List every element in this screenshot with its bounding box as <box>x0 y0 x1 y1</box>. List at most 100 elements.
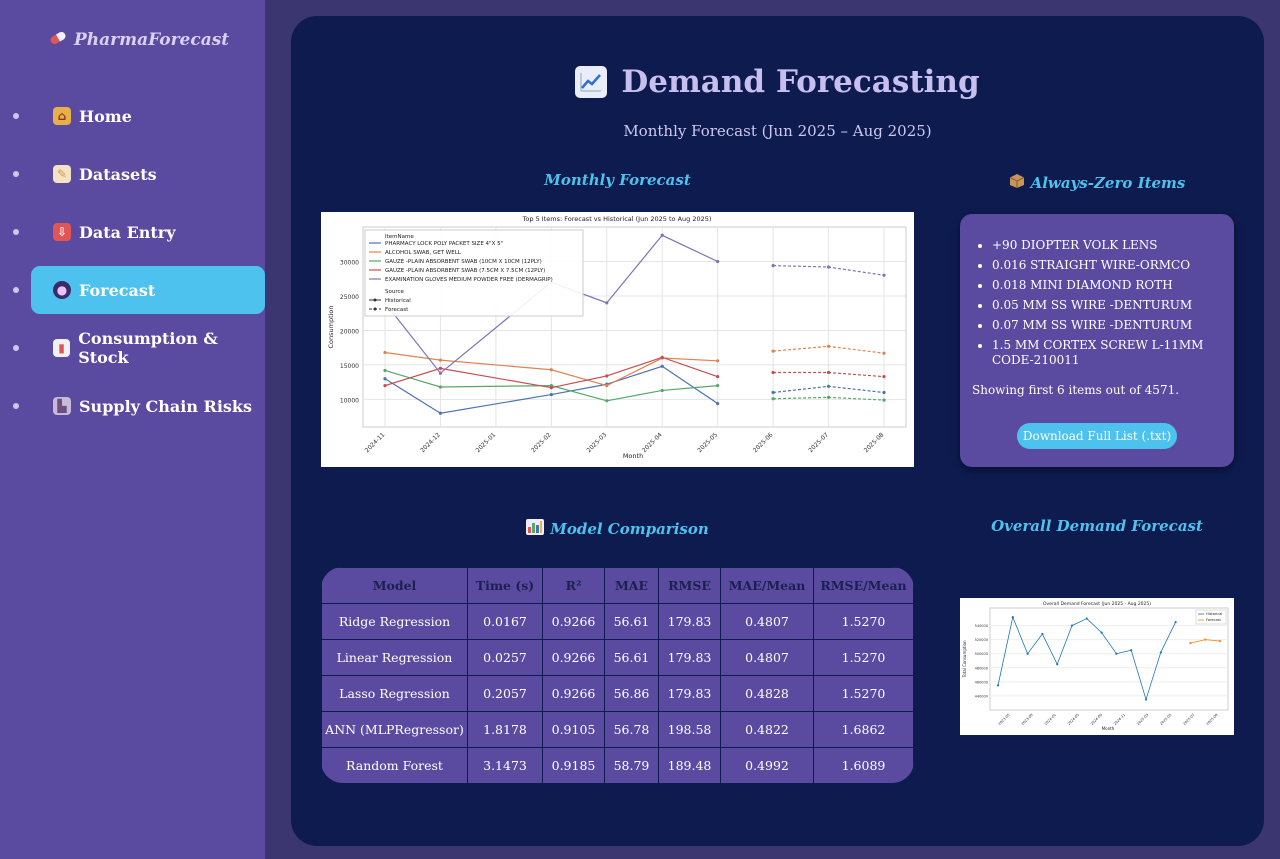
x-tick-label: 2025-02 <box>530 431 553 454</box>
section-heading-text: Always-Zero Items <box>1030 174 1186 192</box>
x-tick-label: 2024-11 <box>1113 713 1126 726</box>
data-point <box>716 259 720 264</box>
data-point <box>996 684 1000 687</box>
y-tick-label: 520000 <box>975 638 988 642</box>
column-header: RMSE <box>658 567 721 604</box>
section-heading-monthly: Monthly Forecast <box>321 171 914 189</box>
section-heading-zero: Always-Zero Items <box>960 173 1234 193</box>
data-point <box>1011 616 1014 619</box>
bullet-icon <box>13 229 19 235</box>
table-cell: 0.0257 <box>467 639 543 676</box>
bullet-icon <box>13 171 19 177</box>
table-row: Random Forest 3.1473 0.9185 58.79 189.48 0.49… <box>321 747 914 783</box>
data-point <box>438 371 443 375</box>
x-tick-label: 2025-06 <box>752 431 775 454</box>
data-point <box>383 384 387 388</box>
legend-label: Historical <box>385 298 411 304</box>
data-point <box>771 349 775 353</box>
legend-label: EXAMINATION GLOVES MEDIUM POWDER FREE (D… <box>385 277 553 283</box>
data-point <box>605 384 609 388</box>
sidebar-item-consumption-stock[interactable]: ▮ Consumption & Stock <box>0 324 265 372</box>
data-point <box>1100 631 1103 634</box>
table-cell: 0.9266 <box>542 675 605 712</box>
data-point <box>660 233 664 237</box>
sidebar-item-label: Consumption & Stock <box>78 329 218 367</box>
bullet-icon <box>13 345 19 351</box>
chart-title: Top 5 Items: Forecast vs Historical (Jun… <box>522 215 712 223</box>
page-subtitle: Monthly Forecast (Jun 2025 – Aug 2025) <box>623 122 932 140</box>
table-row: Ridge Regression 0.0167 0.9266 56.61 179.83 0… <box>321 603 914 640</box>
table-cell: 179.83 <box>658 603 721 640</box>
section-heading-text: Monthly Forecast <box>544 171 691 189</box>
brand-name: PharmaForecast <box>74 30 230 50</box>
table-cell: ANN (MLPRegressor) <box>321 711 468 748</box>
x-tick-label: 2025-07 <box>1182 713 1195 726</box>
sidebar-item-label: Data Entry <box>79 222 176 242</box>
x-tick-label: 2024-12 <box>419 431 442 454</box>
always-zero-list: +90 DIOPTER VOLK LENS 0.016 STRAIGHT WIR… <box>972 238 1222 368</box>
x-axis-label: Month <box>623 452 643 460</box>
table-cell: Lasso Regression <box>321 675 468 712</box>
section-heading-text: Model Comparison <box>550 520 709 538</box>
x-tick-label: 2023-09 <box>1021 713 1034 726</box>
table-cell: 0.9105 <box>542 711 605 748</box>
data-point <box>771 370 775 375</box>
data-point <box>826 384 831 388</box>
sidebar-item-supply-chain-risks[interactable]: ▙ Supply Chain Risks <box>0 382 265 430</box>
legend-marker <box>373 298 377 302</box>
data-point <box>771 264 775 268</box>
x-tick-label: 2024-11 <box>364 431 387 454</box>
x-axis-label: Month <box>1102 726 1115 731</box>
table-cell: 0.9266 <box>542 603 605 640</box>
chart-title: Overall Demand Forecast (Jun 2025 - Aug … <box>1043 601 1151 607</box>
data-point <box>882 351 886 355</box>
data-point <box>660 364 664 368</box>
sidebar-item-datasets[interactable]: ✎ Datasets <box>0 150 265 198</box>
always-zero-note: Showing first 6 items out of 4571. <box>972 383 1180 397</box>
table-cell: 58.79 <box>604 747 659 783</box>
data-point <box>549 368 553 372</box>
table-cell: 0.4828 <box>720 675 814 712</box>
table-cell: 1.8178 <box>467 711 543 748</box>
download-list-button[interactable]: Download Full List (.txt) <box>1017 423 1177 449</box>
x-tick-label: 2025-03 <box>1136 713 1149 726</box>
model-comparison-table-wrapper: Model Time (s) R² MAE RMSE MAE/Mean RMSE… <box>321 567 914 783</box>
bullet-icon <box>13 113 19 119</box>
table-cell: 198.58 <box>658 711 721 748</box>
package-icon <box>1009 173 1025 193</box>
sidebar-item-forecast[interactable]: ● Forecast <box>0 266 265 314</box>
sidebar-item-label: Supply Chain Risks <box>79 396 252 416</box>
table-cell: 0.4807 <box>720 603 814 640</box>
inbox-tray-icon: ⇩ <box>53 223 71 241</box>
bullet-icon <box>13 403 19 409</box>
data-point <box>383 368 387 373</box>
legend-label: GAUZE -PLAIN ABSORBENT SWAB (7.5CM X 7.5… <box>385 268 545 274</box>
page-title: Demand Forecasting <box>291 64 1264 100</box>
table-row: ANN (MLPRegressor) 1.8178 0.9105 56.78 198.5… <box>321 711 914 748</box>
legend-label: Forecast <box>1206 618 1221 622</box>
data-point <box>1189 642 1192 645</box>
sidebar-item-home[interactable]: ⌂ Home <box>0 92 265 140</box>
table-cell: 0.9185 <box>542 747 605 783</box>
sidebar-item-label: Forecast <box>79 280 156 300</box>
sidebar-item-label: Home <box>79 106 132 126</box>
table-cell: 1.6862 <box>813 711 914 748</box>
x-tick-label: 2025-03 <box>586 431 609 454</box>
model-comparison-table: Model Time (s) R² MAE RMSE MAE/Mean RMSE… <box>321 567 914 783</box>
table-cell: 56.61 <box>604 603 659 640</box>
sidebar-item-data-entry[interactable]: ⇩ Data Entry <box>0 208 265 256</box>
y-tick-label: 10000 <box>340 397 359 404</box>
legend-title: ItemName <box>385 234 414 240</box>
x-tick-label: 2023-05 <box>998 713 1011 726</box>
data-point <box>716 359 720 363</box>
y-tick-label: 30000 <box>340 259 359 266</box>
list-item: +90 DIOPTER VOLK LENS <box>992 238 1222 253</box>
data-point <box>1070 624 1074 627</box>
table-cell: 0.4807 <box>720 639 814 676</box>
x-tick-label: 2025-04 <box>641 431 664 454</box>
brand[interactable]: PharmaForecast <box>48 30 229 50</box>
data-point <box>1174 620 1177 624</box>
data-point <box>549 392 553 397</box>
table-cell: 56.61 <box>604 639 659 676</box>
list-item: 1.5 MM CORTEX SCREW L-11MM CODE-210011 <box>992 338 1222 368</box>
